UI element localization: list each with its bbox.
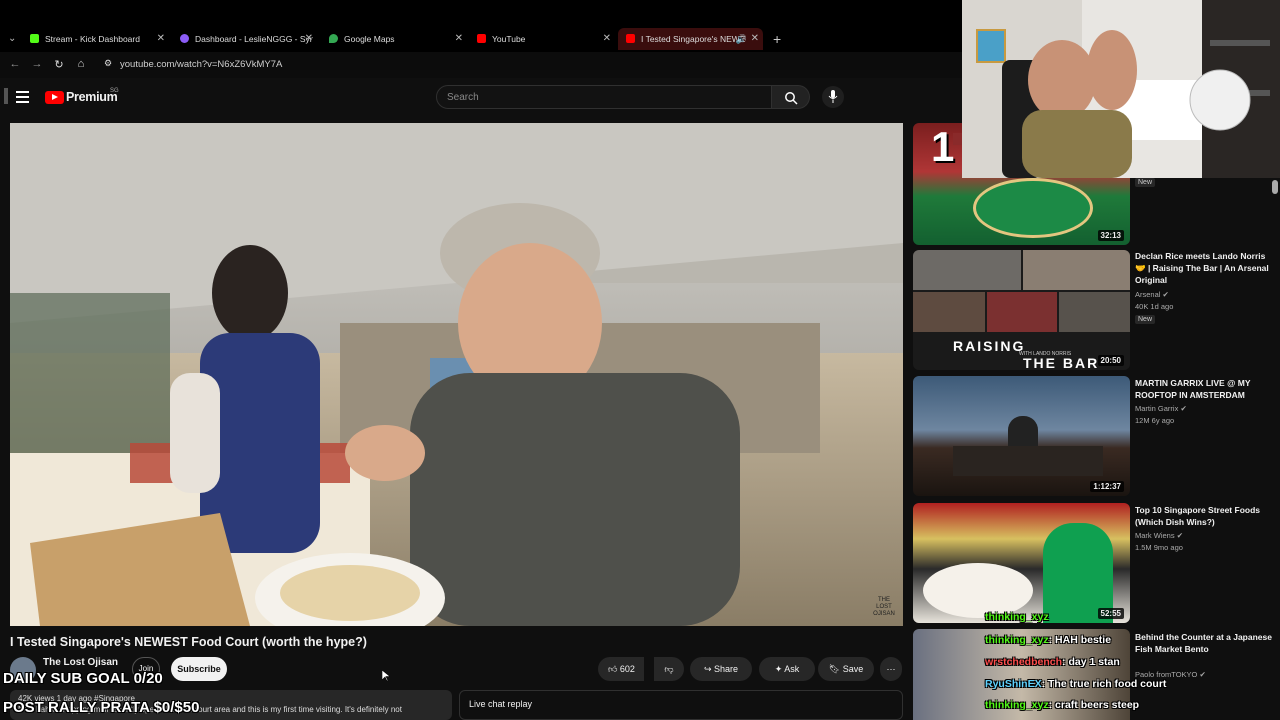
like-button[interactable]: 👍︎ 602 [598, 657, 644, 681]
tab-kick-dashboard[interactable]: Stream - Kick Dashboard ✕ [30, 28, 165, 50]
tab-syn-dashboard[interactable]: Dashboard - LeslieNGGG - Syn ✕ [180, 28, 313, 50]
recommendation-title[interactable]: Behind the Counter at a Japanese Fish Ma… [1135, 631, 1275, 655]
browser-tab-strip: ⌄ Stream - Kick Dashboard ✕ Dashboard - L… [0, 0, 962, 52]
recommendation-title[interactable]: Top 10 Singapore Street Foods (Which Dis… [1135, 504, 1275, 528]
youtube-favicon-icon [626, 34, 635, 43]
tab-youtube[interactable]: YouTube ✕ [477, 28, 611, 50]
dislike-button[interactable]: 👎︎ [654, 657, 684, 681]
tab-list-chevron-icon[interactable]: ⌄ [8, 33, 16, 44]
close-tab-icon[interactable]: ✕ [603, 28, 611, 50]
menu-icon[interactable] [16, 91, 29, 103]
recommendation-thumbnail[interactable]: 52:55 [913, 503, 1130, 623]
webcam-overlay [962, 0, 1280, 178]
search-icon [784, 92, 798, 105]
ask-button[interactable]: ✦ Ask [759, 657, 815, 681]
share-button[interactable]: ↪ Share [690, 657, 752, 681]
home-icon[interactable]: ⌂ [74, 58, 88, 70]
microphone-icon [828, 90, 838, 103]
recommendation-channel[interactable]: Martin Garrix ✔ [1135, 404, 1187, 413]
recommendation-meta: 1.5M 9mo ago [1135, 543, 1183, 552]
youtube-favicon-icon [477, 34, 486, 43]
scroll-edge [4, 88, 8, 104]
chat-message: thinking_xyz: HAH bestie [985, 634, 1112, 646]
tab-current-video[interactable]: I Tested Singapore's NEWE 🔊 ✕ [618, 28, 763, 50]
more-dots-icon: ⋯ [886, 664, 896, 674]
kick-favicon-icon [30, 34, 39, 43]
share-icon: ↪ [703, 664, 712, 674]
close-tab-icon[interactable]: ✕ [157, 28, 165, 50]
url-field[interactable]: youtube.com/watch?v=N6xZ6VkMY7A [120, 59, 282, 70]
audio-playing-icon[interactable]: 🔊 [736, 28, 747, 50]
verified-icon: ✔ [1162, 290, 1169, 299]
forward-icon[interactable]: → [30, 58, 44, 70]
new-tab-icon[interactable]: + [773, 31, 781, 47]
thumbnail-text-raising: RAISING [953, 338, 1026, 354]
close-tab-icon[interactable]: ✕ [305, 28, 313, 50]
duration-badge: 1:12:37 [1090, 481, 1124, 492]
verified-icon: ✔ [1180, 404, 1187, 413]
recommendation-channel[interactable]: Arsenal ✔ [1135, 290, 1169, 299]
video-frame [10, 123, 903, 626]
country-badge: SG [110, 88, 119, 94]
reload-icon[interactable]: ↻ [52, 58, 66, 71]
verified-icon: ✔ [1176, 531, 1183, 540]
close-tab-icon[interactable]: ✕ [751, 28, 759, 50]
bookmark-icon: 🔖︎ [828, 664, 841, 674]
close-tab-icon[interactable]: ✕ [455, 28, 463, 50]
recommendation-meta: 40K 1d ago [1135, 302, 1174, 311]
search-button[interactable] [772, 85, 810, 109]
duration-badge: 20:50 [1097, 355, 1124, 366]
dashboard-favicon-icon [180, 34, 189, 43]
site-settings-icon[interactable]: ⚙ [101, 58, 115, 69]
thumbs-up-icon: 👍︎ [608, 664, 618, 674]
save-button[interactable]: 🔖︎ Save [818, 657, 874, 681]
channel-watermark: THE LOST OJISAN [873, 597, 895, 617]
duration-badge: 32:13 [1097, 230, 1124, 241]
chat-message: wrstchedbench: day 1 stan [985, 656, 1120, 668]
live-chat-panel[interactable]: Live chat replay [459, 690, 903, 720]
recommendation-channel[interactable]: Mark Wiens ✔ [1135, 531, 1183, 540]
back-icon[interactable]: ← [8, 58, 22, 70]
verified-icon: ✔ [1199, 670, 1206, 679]
recommendation-title[interactable]: MARTIN GARRIX LIVE @ MY ROOFTOP IN AMSTE… [1135, 377, 1275, 401]
rally-goal-overlay: POST RALLY PRATA $0/$50 [3, 699, 200, 716]
video-title: I Tested Singapore's NEWEST Food Court (… [10, 635, 367, 649]
search-input[interactable]: Search [436, 85, 772, 109]
video-player[interactable]: THE LOST OJISAN [10, 123, 903, 626]
chat-message: thinking_xyz [985, 611, 1049, 623]
webcam-frame [962, 0, 1280, 178]
recommendation-thumbnail[interactable]: 1:12:37 [913, 376, 1130, 496]
more-actions-button[interactable]: ⋯ [880, 657, 902, 681]
live-chat-label: Live chat replay [469, 699, 533, 709]
sparkle-icon: ✦ [774, 664, 783, 674]
thumbnail-banner-number: 1 [931, 123, 955, 170]
sidebar-scrollbar[interactable] [1272, 180, 1278, 194]
mouse-cursor-icon [382, 670, 390, 682]
channel-name[interactable]: The Lost Ojisan [43, 657, 118, 668]
recommendation-meta: 12M 6y ago [1135, 416, 1175, 425]
subscribe-button[interactable]: Subscribe [171, 657, 227, 681]
youtube-logo-icon[interactable] [45, 91, 64, 104]
recommendation-thumbnail[interactable]: RAISING WITH LANDO NORRIS THE BAR 20:50 [913, 250, 1130, 370]
new-badge: New [1135, 315, 1156, 324]
thumbs-down-icon: 👎︎ [664, 664, 674, 674]
recommendation-title[interactable]: Declan Rice meets Lando Norris 🤝 | Raisi… [1135, 250, 1275, 286]
voice-search-button[interactable] [822, 86, 844, 108]
maps-favicon-icon [329, 34, 338, 43]
sub-goal-overlay: DAILY SUB GOAL 0/20 [3, 670, 163, 687]
duration-badge: 52:55 [1097, 608, 1124, 619]
thumbnail-text-bar: THE BAR [1023, 355, 1100, 370]
chat-message: thinking_xyz: craft beers steep [985, 699, 1140, 711]
new-badge: New [1135, 178, 1156, 187]
chat-message: RyuShinEX: The true rich food court [985, 678, 1167, 690]
tab-google-maps[interactable]: Google Maps ✕ [329, 28, 463, 50]
